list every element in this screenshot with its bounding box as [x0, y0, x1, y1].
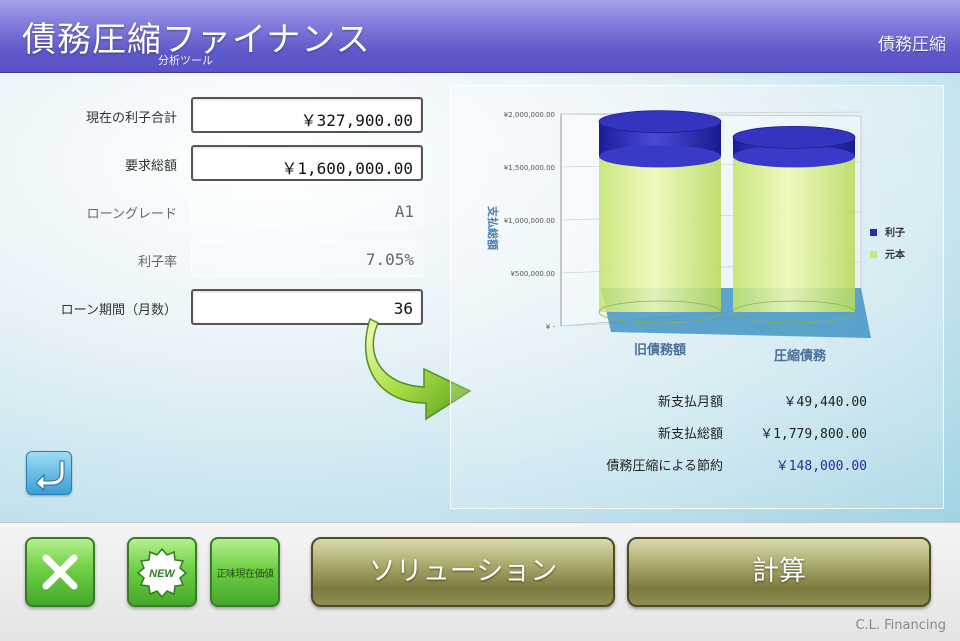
back-button[interactable]	[26, 451, 72, 495]
summary-row-total: 新支払総額 ￥1,779,800.00	[451, 423, 945, 443]
form-row-interest-rate: 利子率 7.05%	[0, 241, 430, 277]
loan-term-label: ローン期間（月数）	[60, 303, 177, 318]
calculate-button[interactable]: 計算	[627, 537, 931, 607]
gridline	[560, 111, 862, 115]
legend-label-0: 利子	[885, 226, 905, 239]
net-present-value-button[interactable]: 正味現在価値	[210, 537, 280, 607]
bar-chart: ¥ - ¥500,000.00 ¥1,000,000.00 ¥1,500,000.00…	[486, 110, 906, 364]
y-axis-label: 支払総額	[486, 205, 500, 250]
bar-principal-0	[599, 156, 721, 312]
main-area: 現在の利子合計 ￥327,900.00 要求総額 ￥1,600,000.00 ロ…	[0, 73, 960, 522]
interest-rate-label: 利子率	[137, 255, 177, 270]
current-interest-field[interactable]: ￥327,900.00	[191, 97, 423, 133]
x-category-label-1: 圧縮債務	[774, 348, 827, 364]
bar-interest-bottom-0	[599, 145, 721, 168]
new-monthly-payment-value: ￥49,440.00	[783, 395, 867, 410]
legend-swatch-0	[870, 229, 877, 236]
new-total-payment-label: 新支払総額	[657, 427, 723, 442]
savings-value: ￥148,000.00	[775, 459, 867, 474]
legend-label-1: 元本	[885, 248, 906, 261]
clear-button[interactable]	[25, 537, 95, 607]
new-monthly-payment-label: 新支払月額	[657, 395, 723, 410]
summary-row-monthly: 新支払月額 ￥49,440.00	[451, 391, 945, 411]
new-total-payment-value: ￥1,779,800.00	[760, 427, 867, 442]
header-section-label: 債務圧縮	[878, 35, 946, 55]
savings-label: 債務圧縮による節約	[606, 459, 723, 474]
npv-label: 正味現在価値	[216, 569, 275, 580]
form-row-loan-grade: ローングレード A1	[0, 193, 430, 229]
app-subtitle: 分析ツール	[158, 54, 213, 67]
y-tick-label: ¥2,000,000.00	[504, 111, 555, 119]
y-tick-label: ¥1,000,000.00	[504, 217, 555, 225]
y-tick-label: ¥ -	[546, 323, 556, 331]
form-row-requested-amount: 要求総額 ￥1,600,000.00	[0, 145, 430, 181]
loan-grade-label: ローングレード	[86, 207, 177, 222]
x-category-label-0: 旧債務額	[634, 342, 686, 358]
return-arrow-icon	[35, 460, 65, 492]
legend-swatch-1	[870, 251, 877, 258]
solution-button[interactable]: ソリューション	[311, 537, 615, 607]
bottom-toolbar: NEW 正味現在価値 ソリューション 計算 C.L. Financing	[0, 522, 960, 641]
close-icon	[42, 554, 78, 590]
bar-interest-top-1	[732, 125, 856, 149]
requested-amount-field[interactable]: ￥1,600,000.00	[191, 145, 423, 181]
brand-footer: C.L. Financing	[855, 618, 946, 633]
chart-panel: ¥ - ¥500,000.00 ¥1,000,000.00 ¥1,500,000.00…	[450, 85, 944, 509]
bar-interest-top-0	[598, 110, 722, 134]
new-button[interactable]: NEW	[127, 537, 197, 607]
current-interest-label: 現在の利子合計	[85, 111, 177, 126]
app-header: 債務圧縮ファイナンス 分析ツール 債務圧縮	[0, 0, 960, 73]
new-badge-icon: NEW	[136, 547, 188, 599]
y-tick-label: ¥500,000.00	[510, 270, 555, 278]
bar-principal-1	[733, 156, 855, 312]
requested-amount-label: 要求総額	[124, 159, 177, 174]
loan-grade-field: A1	[191, 193, 423, 229]
summary-row-savings: 債務圧縮による節約 ￥148,000.00	[451, 455, 945, 475]
interest-rate-field: 7.05%	[191, 241, 423, 277]
form-row-current-interest: 現在の利子合計 ￥327,900.00	[0, 97, 430, 133]
y-tick-label: ¥1,500,000.00	[504, 164, 555, 172]
new-badge-text: NEW	[149, 568, 176, 580]
